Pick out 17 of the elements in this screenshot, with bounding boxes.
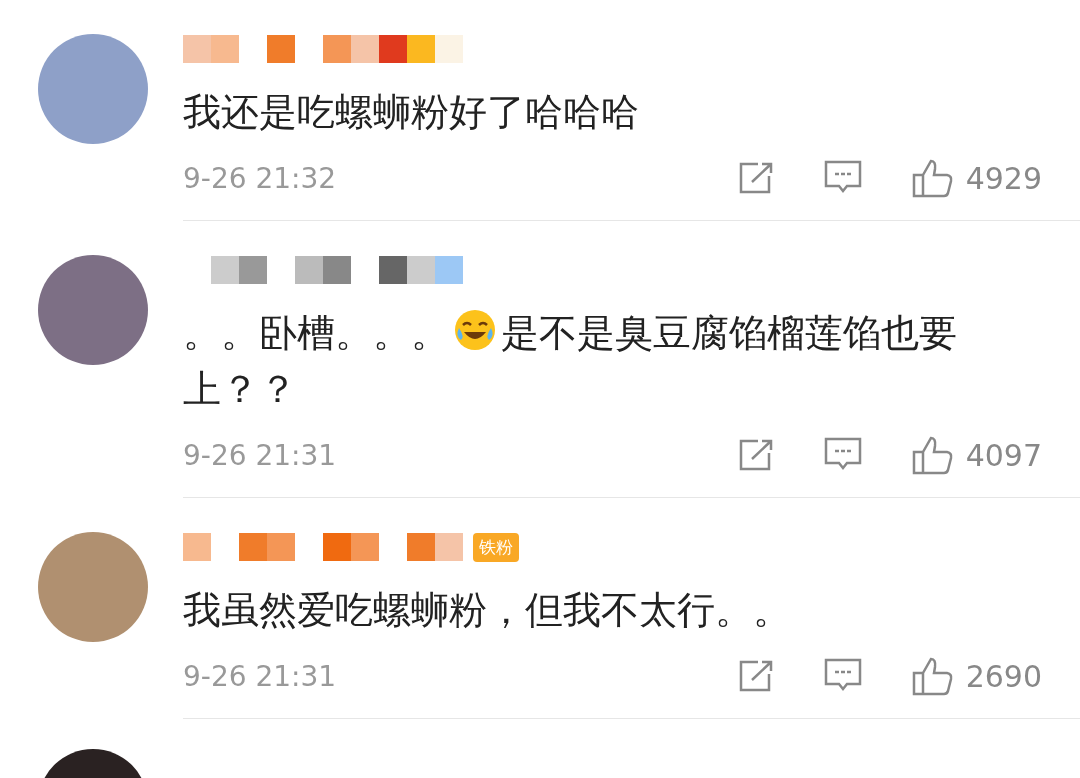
fan-badge: 铁粉: [473, 532, 519, 562]
share-icon[interactable]: [737, 161, 774, 195]
comment-text: 我虽然爱吃螺蛳粉，但我不太行。。: [183, 587, 792, 634]
share-icon[interactable]: [737, 438, 774, 472]
share-icon[interactable]: [737, 659, 774, 693]
comment-text: 。。卧槽。。。 是不是臭豆腐馅榴莲馅也要上？？: [183, 305, 1013, 417]
comment-time: 9-26 21:32: [183, 161, 338, 195]
like-button[interactable]: 4929: [911, 158, 1042, 198]
like-button[interactable]: 4097: [911, 435, 1042, 475]
thumbs-up-icon: [911, 656, 954, 696]
comment-text: 我还是吃螺蛳粉好了哈哈哈: [183, 89, 640, 136]
thumbs-up-icon: [911, 158, 954, 198]
comment-time: 9-26 21:31: [183, 438, 338, 472]
thumbs-up-icon: [911, 435, 954, 475]
laughing-crying-emoji: [453, 308, 497, 352]
comment-time: 9-26 21:31: [183, 659, 338, 693]
like-button[interactable]: 2690: [911, 656, 1042, 696]
